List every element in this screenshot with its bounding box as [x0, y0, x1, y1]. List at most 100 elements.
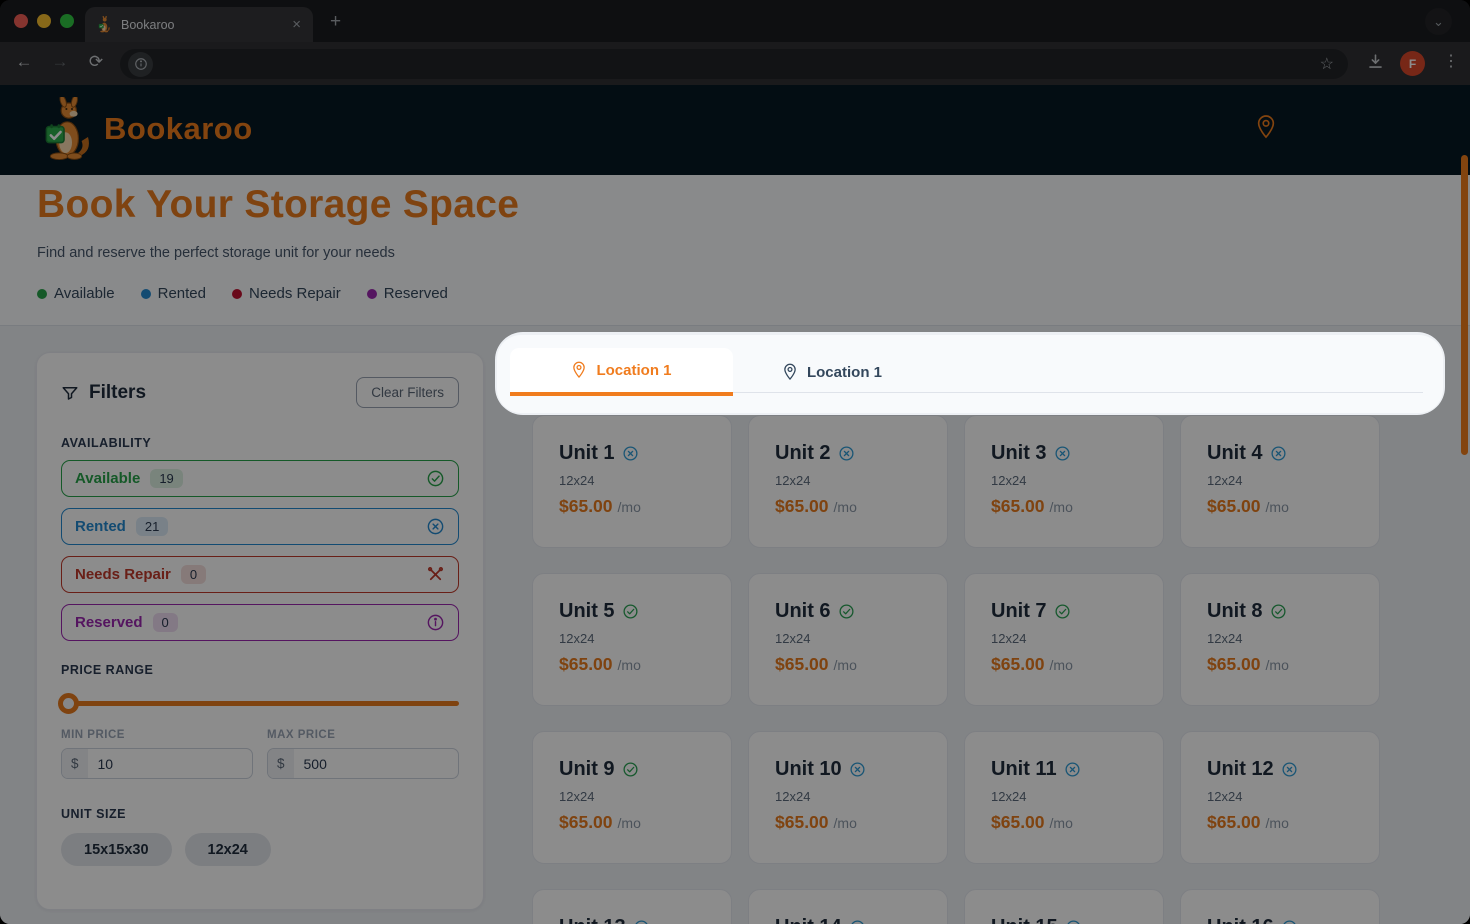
- x-circle-icon: [426, 517, 445, 536]
- brand-logo: Bookaroo: [44, 97, 253, 161]
- unit-price: $65.00: [775, 496, 829, 516]
- unit-price: $65.00: [991, 496, 1045, 516]
- close-tab-icon[interactable]: ×: [292, 17, 301, 32]
- tab-location-1-active[interactable]: Location 1: [510, 348, 733, 396]
- rented-x-icon: [1270, 445, 1287, 462]
- crossed-tools-icon: [426, 565, 445, 584]
- new-tab-button[interactable]: +: [330, 11, 341, 33]
- max-price-label: MAX PRICE: [267, 729, 336, 741]
- back-button[interactable]: ←: [12, 52, 36, 72]
- price-range-slider[interactable]: [58, 693, 459, 714]
- unit-card[interactable]: Unit 15 12x24 $65.00 /mo: [964, 889, 1164, 924]
- unit-card[interactable]: Unit 7 12x24 $65.00 /mo: [964, 573, 1164, 706]
- size-pill-12x24[interactable]: 12x24: [184, 833, 271, 866]
- rented-x-icon: [1064, 761, 1081, 778]
- maximize-window-button[interactable]: [60, 14, 74, 28]
- browser-tab-strip: Bookaroo × + ⌄: [0, 0, 1470, 42]
- unit-size: 12x24: [991, 631, 1027, 646]
- unit-name: Unit 2: [775, 442, 831, 464]
- tab-title: Bookaroo: [121, 17, 175, 32]
- unit-card[interactable]: Unit 10 12x24 $65.00 /mo: [748, 731, 948, 864]
- filter-option-label: Rented: [75, 518, 126, 535]
- max-price-group: MAX PRICE $: [267, 729, 459, 779]
- availability-label: AVAILABILITY: [61, 436, 152, 450]
- downloads-button[interactable]: [1366, 52, 1385, 71]
- tab-location-1-inactive[interactable]: Location 1: [747, 348, 917, 396]
- rented-x-icon: [849, 919, 866, 924]
- unit-card[interactable]: Unit 11 12x24 $65.00 /mo: [964, 731, 1164, 864]
- slider-track[interactable]: [61, 701, 459, 706]
- unit-size: 12x24: [1207, 631, 1243, 646]
- header-location-pin-icon[interactable]: [1255, 114, 1277, 140]
- unit-card[interactable]: Unit 14 12x24 $65.00 /mo: [748, 889, 948, 924]
- unit-card[interactable]: Unit 13 12x24 $65.00 /mo: [532, 889, 732, 924]
- rented-x-icon: [1281, 761, 1298, 778]
- filter-option-reserved[interactable]: Reserved 0: [61, 604, 459, 641]
- legend-item-reserved: Reserved: [366, 285, 448, 302]
- profile-avatar[interactable]: F: [1400, 51, 1425, 76]
- unit-card[interactable]: Unit 5 12x24 $65.00 /mo: [532, 573, 732, 706]
- rented-x-icon: [622, 445, 639, 462]
- browser-menu-button[interactable]: ⋮: [1443, 51, 1459, 71]
- filter-option-available[interactable]: Available 19: [61, 460, 459, 497]
- page-scrollbar-thumb[interactable]: [1461, 155, 1468, 455]
- location-pin-icon: [782, 363, 798, 381]
- unit-name: Unit 6: [775, 600, 831, 622]
- unit-card[interactable]: Unit 2 12x24 $65.00 /mo: [748, 415, 948, 548]
- unit-size: 12x24: [991, 789, 1027, 804]
- min-price-input[interactable]: [87, 755, 252, 772]
- unit-card[interactable]: Unit 8 12x24 $65.00 /mo: [1180, 573, 1380, 706]
- unit-price: $65.00: [559, 496, 613, 516]
- unit-price: $65.00: [1207, 654, 1261, 674]
- unit-card[interactable]: Unit 12 12x24 $65.00 /mo: [1180, 731, 1380, 864]
- unit-price-period: /mo: [617, 499, 641, 515]
- rented-x-icon: [1065, 919, 1082, 924]
- unit-card[interactable]: Unit 1 12x24 $65.00 /mo: [532, 415, 732, 548]
- unit-card[interactable]: Unit 16 12x24 $65.00 /mo: [1180, 889, 1380, 924]
- max-price-input[interactable]: [293, 755, 458, 772]
- available-check-icon: [838, 603, 855, 620]
- status-legend: Available Rented Needs Repair Reserved: [37, 285, 448, 302]
- unit-price-period: /mo: [833, 499, 857, 515]
- page-subtitle: Find and reserve the perfect storage uni…: [37, 245, 395, 261]
- slider-handle[interactable]: [58, 693, 79, 714]
- min-price-field: $: [61, 748, 253, 779]
- rented-dot-icon: [140, 288, 151, 299]
- browser-tab[interactable]: Bookaroo ×: [85, 7, 313, 42]
- clear-filters-button[interactable]: Clear Filters: [356, 377, 459, 408]
- unit-price-period: /mo: [833, 815, 857, 831]
- unit-price: $65.00: [991, 812, 1045, 832]
- filter-funnel-icon: [61, 384, 79, 402]
- minimize-window-button[interactable]: [37, 14, 51, 28]
- unit-card[interactable]: Unit 6 12x24 $65.00 /mo: [748, 573, 948, 706]
- unit-price-period: /mo: [1265, 499, 1289, 515]
- unit-price-period: /mo: [833, 657, 857, 673]
- page-title: Book Your Storage Space: [37, 183, 520, 226]
- unit-price-period: /mo: [617, 815, 641, 831]
- filter-option-needs-repair[interactable]: Needs Repair 0: [61, 556, 459, 593]
- dollar-prefix: $: [268, 749, 294, 778]
- unit-name: Unit 16: [1207, 916, 1274, 924]
- unit-card[interactable]: Unit 4 12x24 $65.00 /mo: [1180, 415, 1380, 548]
- address-bar[interactable]: ☆: [120, 49, 1348, 79]
- legend-label: Reserved: [383, 285, 448, 302]
- filter-option-rented[interactable]: Rented 21: [61, 508, 459, 545]
- forward-button[interactable]: →: [48, 52, 72, 72]
- site-info-icon[interactable]: [128, 51, 153, 77]
- unit-name: Unit 12: [1207, 758, 1274, 780]
- filter-option-label: Reserved: [75, 614, 143, 631]
- tab-search-chevron-icon[interactable]: ⌄: [1425, 8, 1452, 35]
- info-circle-icon: [426, 613, 445, 632]
- size-pill-15x15x30[interactable]: 15x15x30: [61, 833, 172, 866]
- location-tab-bar: Location 1 Location 1: [497, 335, 1443, 413]
- unit-card[interactable]: Unit 3 12x24 $65.00 /mo: [964, 415, 1164, 548]
- reload-button[interactable]: ⟳: [84, 52, 108, 72]
- unit-price-period: /mo: [1049, 815, 1073, 831]
- brand-name: Bookaroo: [104, 111, 253, 146]
- unit-price-period: /mo: [617, 657, 641, 673]
- unit-card[interactable]: Unit 9 12x24 $65.00 /mo: [532, 731, 732, 864]
- rented-x-icon: [1054, 445, 1071, 462]
- bookmark-star-icon[interactable]: ☆: [1320, 54, 1334, 74]
- tab-label: Location 1: [596, 361, 672, 379]
- close-window-button[interactable]: [14, 14, 28, 28]
